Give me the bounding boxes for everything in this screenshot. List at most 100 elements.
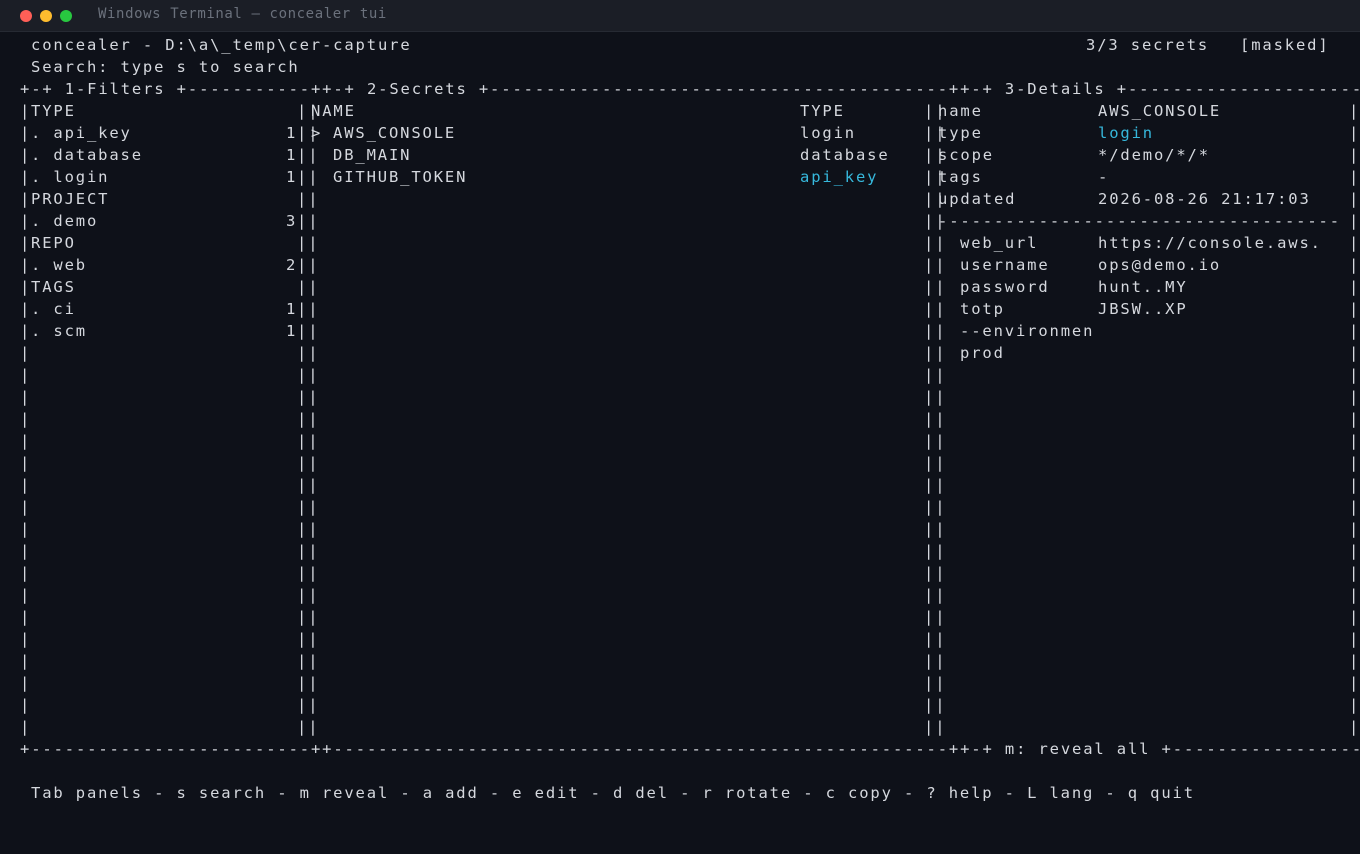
panel-border-divider: || [924,630,947,648]
secret-row-type[interactable]: database [800,144,890,166]
filter-group-heading: PROJECT [31,190,110,208]
panel-border-right: | [1349,718,1360,736]
panel-border-left: | [20,278,32,296]
panel-border-right: | [1349,564,1360,582]
panel-border-right: | [1349,520,1360,538]
panel-border-right: | [1349,212,1360,230]
panel-border-divider: || [297,432,320,450]
filter-item[interactable]: . login [31,166,109,188]
panel-border-divider: || [297,586,320,604]
filter-item-count: 2 [286,256,298,274]
secret-row-type[interactable]: login [800,122,856,144]
panel-border-divider: || [297,300,320,318]
panel-border-divider: || [297,608,320,626]
column-header-name: NAME [311,102,356,120]
secret-field-key: password [960,278,1050,296]
panel-border-divider: || [297,542,320,560]
detail-value: 2026-08-26 21:17:03 [1098,190,1311,208]
minimize-window-button[interactable] [40,10,52,22]
selection-cursor: > [311,124,323,142]
panel-border-right: | [1349,608,1360,626]
panel-border-right: | [1349,344,1360,362]
panel-border-left: | [20,256,32,274]
close-window-button[interactable] [20,10,32,22]
search-row[interactable]: Search: type s to search [20,56,298,78]
column-header-type: TYPE [800,102,845,120]
panel-border-divider: || [297,234,320,252]
panel-border-divider: || [924,454,947,472]
panel-border-left: | [20,542,32,560]
panel-border-divider: || [924,674,947,692]
panel-border-divider: || [297,718,320,736]
panel-border-left: | [20,146,32,164]
keybinding-help: Tab panels - s search - m reveal - a add… [31,784,1195,802]
panel-border-right: | [1349,630,1360,648]
panel-border-divider: || [297,674,320,692]
filter-item[interactable]: . scm [31,320,87,342]
panel-border-divider: || [924,366,947,384]
filter-item[interactable]: . database [31,144,143,166]
panel-border-right: | [1349,696,1360,714]
panel-border-left: | [20,520,32,538]
detail-value: - [1098,168,1110,186]
panel-border-divider: || [297,366,320,384]
panel-border-right: | [1349,234,1360,252]
terminal-screen[interactable]: concealer - D:\a\_temp\cer-capture 3/3 s… [20,34,1360,834]
filter-item[interactable]: . web [31,254,87,276]
filter-item[interactable]: . api_key [31,122,132,144]
footer-row: Tab panels - s search - m reveal - a add… [20,782,1193,804]
panel-border-divider: || [924,498,947,516]
secret-field-key: totp [960,300,1005,318]
secret-row-name[interactable]: AWS_CONSOLE [333,122,456,144]
panel-border-left: | [20,234,32,252]
panel-border-right: | [1349,168,1360,186]
panel-border-left: | [20,608,32,626]
panel-border-right: | [1349,300,1360,318]
panel-border-left: | [20,454,32,472]
panel-border-divider: || [297,278,320,296]
panel-border-left: | [20,564,32,582]
secret-row-name[interactable]: GITHUB_TOKEN [333,166,467,188]
panel-border-divider: || [297,344,320,362]
panel-border-right: | [1349,256,1360,274]
panel-border-left: | [20,476,32,494]
panel-border-left: | [20,102,32,120]
header-row: concealer - D:\a\_temp\cer-capture 3/3 s… [20,34,1328,56]
filter-item[interactable]: . ci [31,298,76,320]
panel-border-divider: || [297,498,320,516]
panel-border-divider: || [924,432,947,450]
panel-border-divider: || [297,168,320,186]
panel-border-left: | [20,432,32,450]
panel-border-right: | [1349,410,1360,428]
detail-value: AWS_CONSOLE [1098,102,1222,120]
secret-row-name[interactable]: DB_MAIN [333,144,411,166]
detail-key: updated [938,190,1017,208]
panel-border-divider: || [924,520,947,538]
panel-border-divider: || [297,146,320,164]
panel-border-divider: || [297,212,320,230]
filter-item-count: 1 [286,322,298,340]
panel-border-left: | [20,498,32,516]
panel-border-divider: || [297,520,320,538]
mask-mode-badge: [masked] [1240,36,1330,54]
maximize-window-button[interactable] [60,10,72,22]
secret-row-type[interactable]: api_key [800,166,878,188]
panel-border-divider: || [924,234,947,252]
panel-border-divider: || [924,564,947,582]
panel-border-divider: || [924,344,947,362]
panel-border-left: | [20,300,32,318]
search-hint[interactable]: Search: type s to search [31,56,300,78]
panel-top-border: +-+ 1-Filters +-----------++-+ 2-Secrets… [20,80,1360,98]
panel-border-divider: || [297,388,320,406]
panel-border-left: | [20,674,32,692]
panel-border-left: | [20,586,32,604]
panel-border-left: | [20,190,32,208]
filter-group-heading: TYPE [31,102,76,120]
filter-item[interactable]: . demo [31,210,98,232]
panel-border-divider: || [924,476,947,494]
panel-border-right: | [1349,454,1360,472]
panel-border-right: | [1349,542,1360,560]
panel-border-right: | [1349,190,1360,208]
panel-border-divider: || [297,476,320,494]
panel-border-divider: || [297,652,320,670]
